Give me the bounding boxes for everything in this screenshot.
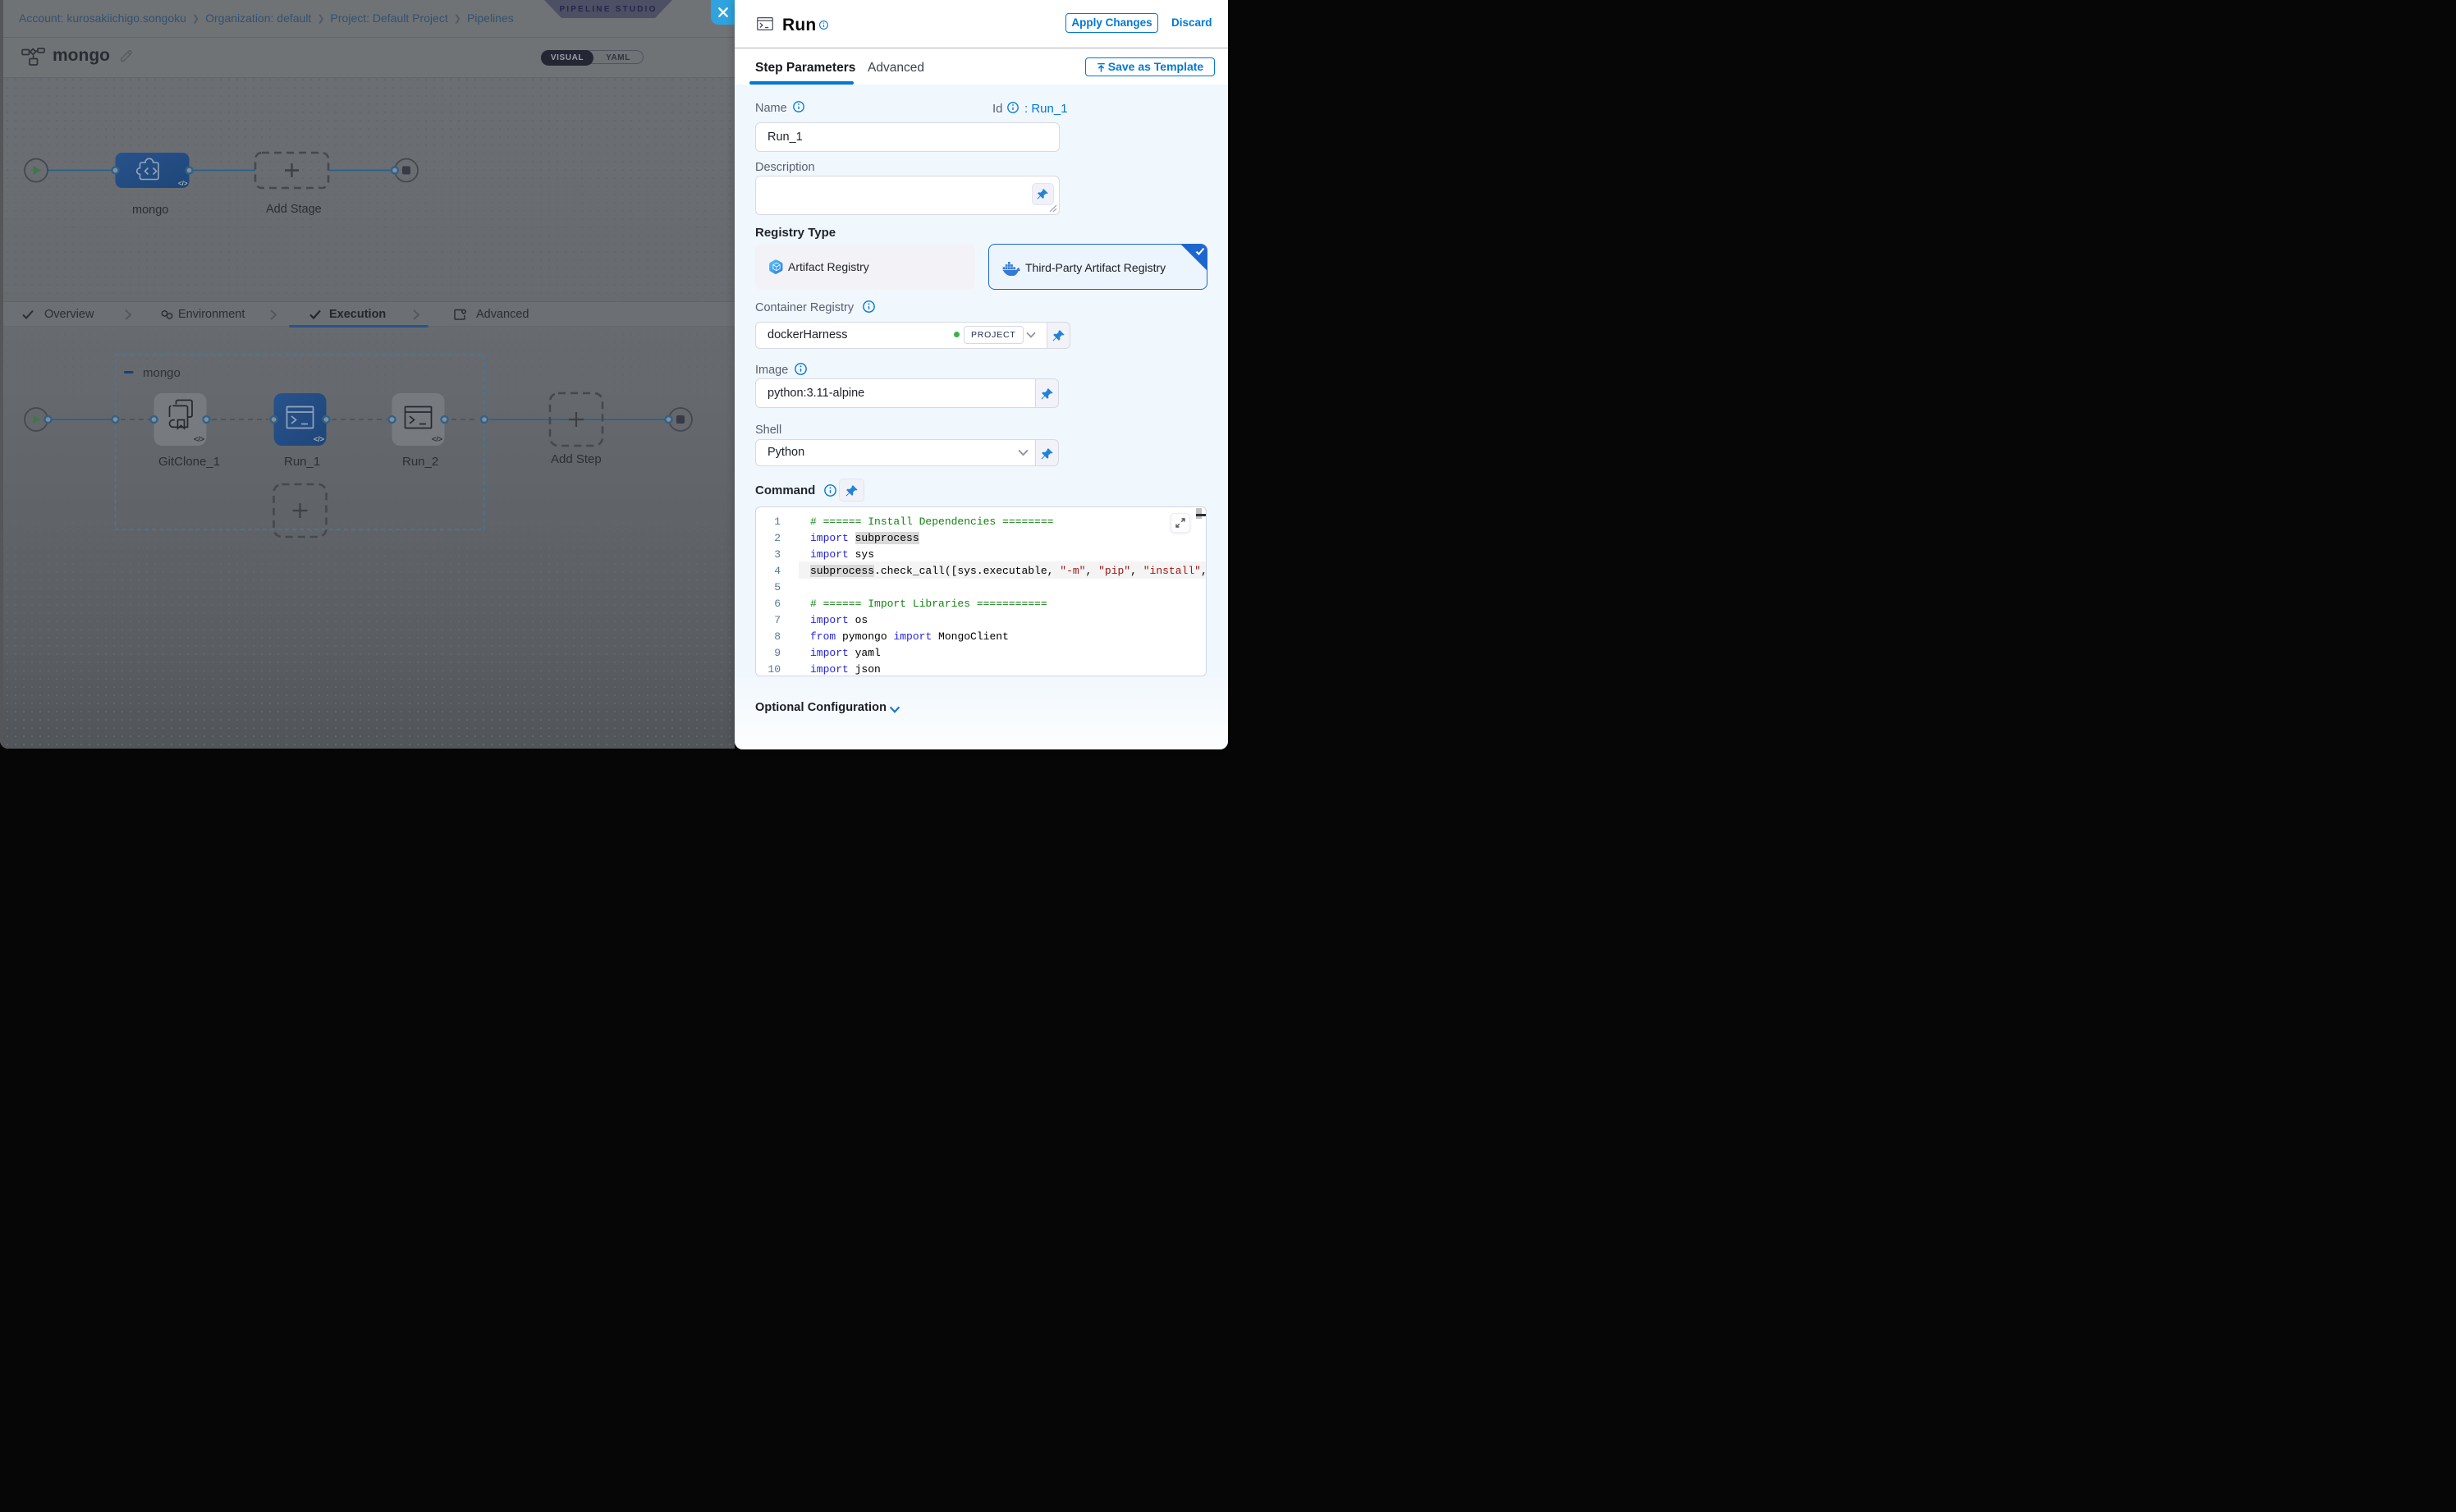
- svg-text:mongo: mongo: [143, 366, 181, 380]
- svg-text:</>: </>: [194, 435, 204, 443]
- svg-text:GitClone_1: GitClone_1: [158, 455, 220, 469]
- svg-text:Add Step: Add Step: [551, 452, 602, 466]
- svg-text:</>: </>: [178, 180, 188, 187]
- svg-text:Add Stage: Add Stage: [266, 203, 322, 216]
- svg-text:mongo: mongo: [132, 204, 168, 217]
- svg-text:Run_1: Run_1: [284, 455, 320, 469]
- svg-text:Run_2: Run_2: [402, 455, 438, 469]
- svg-text:</>: </>: [432, 435, 442, 443]
- svg-text:</>: </>: [314, 435, 324, 443]
